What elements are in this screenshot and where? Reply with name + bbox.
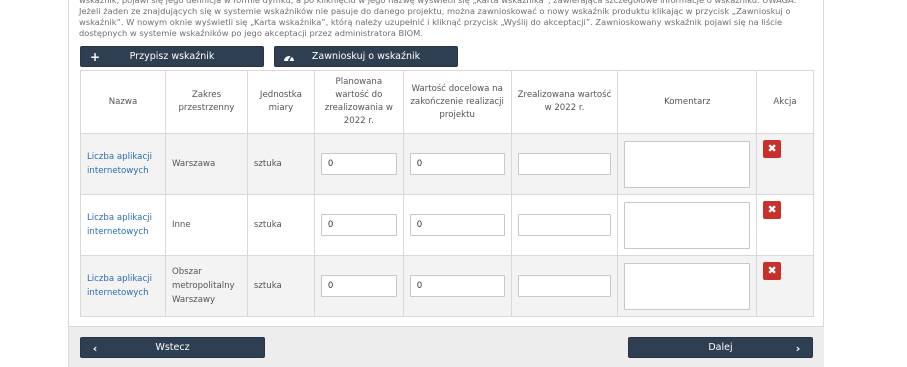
header-action: Akcja [756, 70, 814, 134]
back-label: Wstecz [155, 342, 190, 353]
plus-icon: + [89, 50, 101, 64]
request-indicator-button[interactable]: Zawnioskuj o wskaźnik [274, 46, 458, 67]
chevron-right-icon: › [795, 341, 801, 355]
x-icon: ✖ [767, 203, 777, 216]
unit-cell: sztuka [246, 133, 315, 195]
comment-textarea[interactable] [624, 262, 751, 310]
x-icon: ✖ [767, 264, 777, 277]
scope-cell: Warszawa [164, 133, 248, 195]
header-name: Nazwa [80, 70, 166, 134]
target-value-input[interactable]: 0 [409, 275, 505, 297]
planned-value-input[interactable]: 0 [320, 153, 397, 175]
back-button[interactable]: ‹ Wstecz [80, 337, 265, 358]
planned-value-input[interactable]: 0 [320, 275, 397, 297]
comment-textarea[interactable] [624, 140, 751, 188]
chevron-left-icon: ‹ [92, 341, 98, 355]
scope-cell: Obszar metropolitalny Warszawy [164, 255, 248, 317]
next-button[interactable]: Dalej › [628, 337, 813, 358]
header-unit: Jednostka miary [246, 70, 315, 134]
realized-value-input[interactable] [517, 275, 612, 297]
header-scope: Zakres przestrzenny [164, 70, 248, 134]
table-row: Liczba aplikacji internetowych Obszar me… [80, 255, 814, 317]
table-row: Liczba aplikacji internetowych Inne sztu… [80, 194, 814, 256]
header-comment: Komentarz [617, 70, 758, 134]
indicator-link[interactable]: Liczba aplikacji internetowych [87, 274, 152, 298]
indicator-link[interactable]: Liczba aplikacji internetowych [87, 213, 152, 237]
comment-textarea[interactable] [624, 201, 751, 249]
request-indicator-label: Zawnioskuj o wskaźnik [311, 51, 421, 62]
realized-value-input[interactable] [517, 214, 612, 236]
delete-button[interactable]: ✖ [763, 201, 782, 219]
realized-value-input[interactable] [517, 153, 612, 175]
intro-text: wskaźnik, pojawi się jego definicja w fo… [79, 0, 797, 38]
indicators-table: Nazwa Zakres przestrzenny Jednostka miar… [80, 70, 814, 317]
table-row: Liczba aplikacji internetowych Warszawa … [80, 133, 814, 195]
header-realized: Zrealizowana wartość w 2022 r. [510, 70, 619, 134]
unit-cell: sztuka [246, 194, 315, 256]
header-planned: Planowana wartość do zrealizowania w 202… [313, 70, 404, 134]
scope-cell: Inne [164, 194, 248, 256]
footer-bar: ‹ Wstecz Dalej › [69, 326, 824, 367]
target-value-input[interactable]: 0 [409, 214, 505, 236]
main-panel: wskaźnik, pojawi się jego definicja w fo… [68, 0, 824, 367]
delete-button[interactable]: ✖ [763, 140, 782, 158]
next-label: Dalej [708, 342, 733, 353]
x-icon: ✖ [767, 142, 777, 155]
target-value-input[interactable]: 0 [409, 153, 505, 175]
delete-button[interactable]: ✖ [763, 262, 782, 280]
header-target: Wartość docelowa na zakończenie realizac… [402, 70, 512, 134]
indicator-link[interactable]: Liczba aplikacji internetowych [87, 152, 152, 176]
gauge-icon [283, 51, 295, 63]
assign-indicator-button[interactable]: + Przypisz wskaźnik [80, 46, 264, 67]
assign-indicator-label: Przypisz wskaźnik [129, 51, 215, 62]
unit-cell: sztuka [246, 255, 315, 317]
planned-value-input[interactable]: 0 [320, 214, 397, 236]
table-header-row: Nazwa Zakres przestrzenny Jednostka miar… [80, 70, 814, 134]
